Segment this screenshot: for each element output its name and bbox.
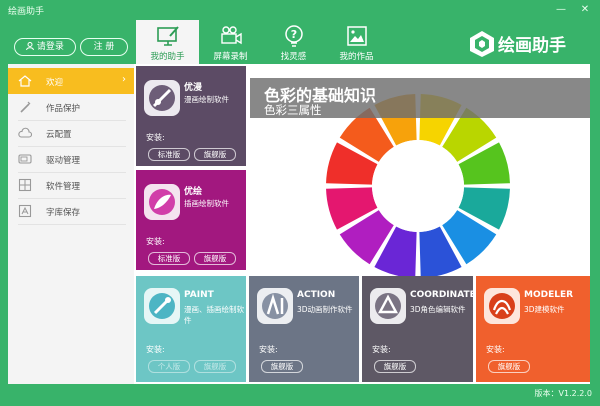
card-modeler: MODELER 3D建模软件 安装: 旗舰版 bbox=[476, 276, 590, 382]
tab-my-works-label: 我的作品 bbox=[339, 52, 374, 62]
window-title: 绘画助手 bbox=[8, 7, 45, 17]
youhui-desc: 插画绘制软件 bbox=[184, 199, 229, 208]
sidebar-item-welcome[interactable]: 欢迎 › bbox=[8, 68, 134, 94]
sidebar-item-driver-management-label: 驱动管理 bbox=[46, 156, 81, 166]
youhui-name: 优绘 bbox=[184, 187, 203, 197]
tab-screen-record[interactable]: 屏幕录制 bbox=[199, 20, 262, 64]
brand: 绘画助手 bbox=[466, 28, 596, 60]
close-button[interactable]: ✕ bbox=[578, 4, 592, 16]
question-bulb-icon: ? bbox=[282, 25, 306, 47]
house-icon bbox=[18, 74, 32, 88]
tab-find-inspiration[interactable]: ? 找灵感 bbox=[262, 20, 325, 64]
version-label: 版本：V1.2.2.0 bbox=[534, 389, 592, 398]
picture-icon bbox=[345, 25, 369, 47]
tab-my-assistant[interactable]: 我的助手 bbox=[136, 20, 199, 64]
minimize-button[interactable]: — bbox=[554, 4, 568, 16]
card-action: ACTION 3D动画制作软件 安装: 旗舰版 bbox=[249, 276, 359, 382]
modeler-install-label: 安装: bbox=[486, 345, 505, 354]
brand-logo-icon bbox=[468, 30, 496, 61]
title-bar[interactable]: 绘画助手 — ✕ bbox=[0, 0, 600, 20]
paint-install-label: 安装: bbox=[146, 345, 165, 354]
action-install-label: 安装: bbox=[259, 345, 278, 354]
tab-my-works[interactable]: 我的作品 bbox=[325, 20, 388, 64]
monitor-brush-icon bbox=[156, 25, 180, 47]
svg-text:?: ? bbox=[290, 28, 296, 41]
tab-find-inspiration-label: 找灵感 bbox=[280, 52, 307, 62]
action-name: ACTION bbox=[297, 290, 336, 300]
coordinate-name: COORDINATE bbox=[410, 290, 476, 300]
register-button[interactable]: 注 册 bbox=[80, 38, 128, 56]
grid-icon bbox=[18, 178, 32, 192]
paint-name: PAINT bbox=[184, 290, 214, 300]
card-youman: 优漫 漫画绘制软件 安装: 标准版 旗舰版 bbox=[136, 66, 246, 166]
youhui-install-label: 安装: bbox=[146, 237, 165, 246]
youhui-standard-button[interactable]: 标准版 bbox=[148, 252, 190, 265]
modeler-logo-icon bbox=[484, 288, 520, 324]
youman-desc: 漫画绘制软件 bbox=[184, 95, 229, 104]
action-logo-icon bbox=[257, 288, 293, 324]
card-paint: PAINT 漫画、插画绘制软件 安装: 个人版 旗舰版 bbox=[136, 276, 246, 382]
tablet-icon bbox=[18, 152, 32, 166]
cloud-icon bbox=[18, 126, 33, 140]
paint-logo-icon bbox=[144, 288, 180, 324]
banner-subtitle: 色彩三属性 bbox=[264, 103, 322, 117]
chevron-right-icon: › bbox=[122, 74, 126, 85]
sidebar-item-work-protection-label: 作品保护 bbox=[46, 104, 81, 114]
brand-name: 绘画助手 bbox=[498, 36, 566, 56]
user-icon bbox=[26, 42, 37, 52]
color-banner[interactable]: 色彩的基础知识 色彩三属性 bbox=[250, 68, 590, 280]
sidebar-divider bbox=[18, 224, 126, 225]
youhui-logo-icon bbox=[144, 184, 180, 220]
tab-my-assistant-label: 我的助手 bbox=[150, 52, 185, 62]
coordinate-logo-icon bbox=[370, 288, 406, 324]
sidebar-item-font-save-label: 字库保存 bbox=[46, 208, 81, 218]
youman-standard-button[interactable]: 标准版 bbox=[148, 148, 190, 161]
video-camera-icon bbox=[219, 25, 243, 47]
modeler-name: MODELER bbox=[524, 290, 574, 300]
tab-screen-record-label: 屏幕录制 bbox=[213, 52, 248, 62]
banner-title-strip: 色彩的基础知识 色彩三属性 bbox=[250, 78, 590, 118]
top-bar: 请登录 注 册 我的助手 屏幕录制 ? 找灵感 我的作品 绘画助手 bbox=[0, 20, 600, 64]
youman-install-label: 安装: bbox=[146, 133, 165, 142]
coordinate-install-label: 安装: bbox=[372, 345, 391, 354]
sidebar-item-software-management-label: 软件管理 bbox=[46, 182, 81, 192]
youman-logo-icon bbox=[144, 80, 180, 116]
sidebar-item-driver-management[interactable]: 驱动管理 bbox=[8, 146, 134, 172]
modeler-desc: 3D建模软件 bbox=[524, 305, 565, 314]
paint-personal-button[interactable]: 个人版 bbox=[148, 360, 190, 373]
register-label: 注 册 bbox=[93, 42, 115, 52]
youman-name: 优漫 bbox=[184, 83, 203, 93]
sidebar-item-cloud-config[interactable]: 云配置 bbox=[8, 120, 134, 146]
action-desc: 3D动画制作软件 bbox=[297, 305, 353, 314]
sidebar-item-font-save[interactable]: 字库保存 bbox=[8, 198, 134, 224]
coordinate-flagship-button[interactable]: 旗舰版 bbox=[374, 360, 416, 373]
sidebar-item-welcome-label: 欢迎 bbox=[46, 78, 64, 88]
sidebar: 欢迎 › 作品保护 云配置 驱动管理 软件管理 字库保存 bbox=[8, 64, 134, 384]
status-bar: 版本：V1.2.2.0 bbox=[0, 384, 600, 406]
coordinate-desc: 3D角色编辑软件 bbox=[410, 305, 466, 314]
login-label: 请登录 bbox=[36, 42, 64, 52]
action-flagship-button[interactable]: 旗舰版 bbox=[261, 360, 303, 373]
font-icon bbox=[18, 204, 32, 218]
card-coordinate: COORDINATE 3D角色编辑软件 安装: 旗舰版 bbox=[362, 276, 476, 382]
modeler-flagship-button[interactable]: 旗舰版 bbox=[488, 360, 530, 373]
brush-icon bbox=[18, 100, 32, 114]
youhui-flagship-button[interactable]: 旗舰版 bbox=[194, 252, 236, 265]
paint-desc: 漫画、插画绘制软件 bbox=[184, 305, 244, 325]
paint-flagship-button[interactable]: 旗舰版 bbox=[194, 360, 236, 373]
login-button[interactable]: 请登录 bbox=[14, 38, 76, 56]
app-window: 绘画助手 — ✕ 请登录 注 册 我的助手 屏幕录制 ? 找灵感 我的作品 绘画… bbox=[0, 0, 600, 406]
youman-flagship-button[interactable]: 旗舰版 bbox=[194, 148, 236, 161]
card-youhui: 优绘 插画绘制软件 安装: 标准版 旗舰版 bbox=[136, 170, 246, 270]
sidebar-item-cloud-config-label: 云配置 bbox=[46, 130, 72, 140]
sidebar-item-work-protection[interactable]: 作品保护 bbox=[8, 94, 134, 120]
sidebar-item-software-management[interactable]: 软件管理 bbox=[8, 172, 134, 198]
